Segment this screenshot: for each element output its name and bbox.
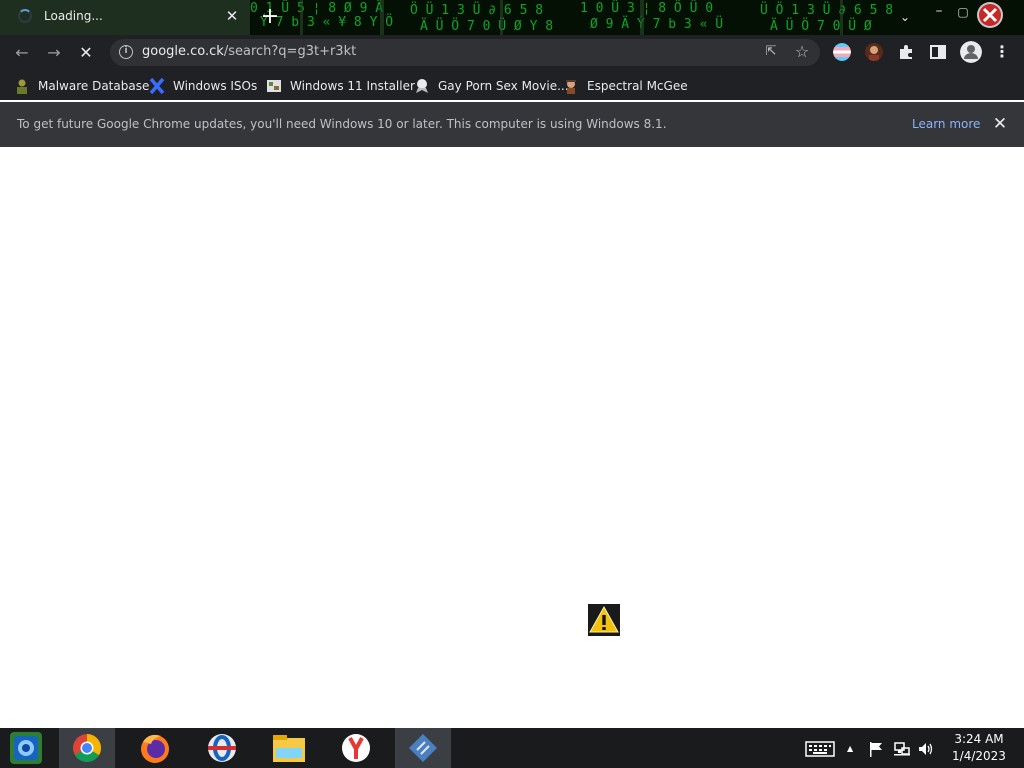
- share-icon[interactable]: ⇱: [762, 43, 780, 61]
- bookmark-star-icon[interactable]: ☆: [792, 42, 812, 62]
- maximize-button[interactable]: ▢: [952, 2, 974, 24]
- trans-flag-extension-icon[interactable]: [833, 43, 851, 61]
- svg-text:Ö Ü 1 3 Ü ∂ 6 5 8: Ö Ü 1 3 Ü ∂ 6 5 8: [410, 1, 543, 18]
- tab-strip: 0 1 Ü 5 ¦ 8 Ø 9 Ä Ý 7 b 3 « ¥ 8 Y Ö Ö Ü …: [0, 0, 1024, 35]
- bookmark-label: Malware Database: [38, 79, 150, 93]
- profile-avatar-icon[interactable]: [960, 41, 982, 63]
- stop-loading-icon[interactable]: ✕: [75, 42, 97, 64]
- volume-icon[interactable]: [917, 740, 935, 758]
- bookmark-item[interactable]: Windows 11 Installer: [266, 77, 415, 95]
- start-icon[interactable]: [0, 728, 56, 768]
- app-icon[interactable]: [395, 728, 451, 768]
- clock-time: 3:24 AM: [954, 732, 1004, 746]
- forward-arrow-icon[interactable]: →: [43, 42, 65, 64]
- keyboard-icon[interactable]: [805, 740, 835, 758]
- bookmark-item[interactable]: Gay Porn Sex Movie...: [414, 77, 569, 95]
- address-bar[interactable]: i google.co.ck/search?q=g3t+r3kt ⇱ ☆: [110, 39, 820, 66]
- svg-text:Ä Ü Ö 7 0 Ü Ø Y 8: Ä Ü Ö 7 0 Ü Ø Y 8: [420, 17, 553, 34]
- side-panel-icon[interactable]: [929, 43, 947, 61]
- address-url[interactable]: google.co.ck/search?q=g3t+r3kt: [142, 44, 356, 59]
- x-icon: [149, 78, 165, 94]
- back-arrow-icon[interactable]: ←: [11, 42, 33, 64]
- bookmark-item[interactable]: Malware Database: [14, 77, 149, 95]
- svg-text:1 0 Ü 3 ¦ 8 Ö Ü 0: 1 0 Ü 3 ¦ 8 Ö Ü 0: [580, 0, 713, 16]
- extensions-puzzle-icon[interactable]: [897, 43, 915, 61]
- clock-date: 1/4/2023: [952, 749, 1006, 763]
- url-host: google.co.ck: [142, 44, 224, 59]
- person-icon: [17, 79, 27, 94]
- page-content: [0, 147, 1024, 728]
- bookmark-item[interactable]: Windows ISOs: [149, 77, 257, 95]
- svg-text:Ø 9 Ä Ý 7 b 3 « Ü: Ø 9 Ä Ý 7 b 3 « Ü: [590, 15, 723, 32]
- bookmark-label: Windows ISOs: [173, 79, 258, 93]
- infobar-message: To get future Google Chrome updates, you…: [17, 117, 667, 131]
- picture-icon: [267, 80, 281, 92]
- chrome-icon[interactable]: [59, 728, 115, 768]
- action-center-flag-icon[interactable]: [868, 740, 884, 758]
- firefox-icon[interactable]: [127, 728, 183, 768]
- bookmark-item[interactable]: Espectral McGee: [563, 77, 688, 95]
- show-hidden-icons-icon[interactable]: ▲: [847, 744, 853, 762]
- loading-spinner-icon: [18, 9, 32, 23]
- tab-title: Loading...: [44, 9, 103, 23]
- bookmark-label: Windows 11 Installer: [290, 79, 415, 93]
- infobar-close-icon[interactable]: ✕: [990, 113, 1010, 135]
- tab-close-icon[interactable]: ✕: [223, 6, 241, 26]
- active-tab[interactable]: Loading... ✕: [0, 0, 250, 35]
- network-icon[interactable]: [893, 740, 911, 758]
- chrome-menu-icon[interactable]: ⋮: [993, 41, 1011, 63]
- learn-more-link[interactable]: Learn more: [912, 117, 980, 131]
- warning-icon: [588, 604, 620, 636]
- tab-search-chevron-icon[interactable]: ⌄: [893, 6, 917, 28]
- svg-text:Ä Ü Ö 7 0 Ü Ø: Ä Ü Ö 7 0 Ü Ø: [770, 17, 872, 34]
- bookmark-label: Espectral McGee: [587, 79, 688, 93]
- update-infobar: To get future Google Chrome updates, you…: [0, 102, 1024, 147]
- bookmark-label: Gay Porn Sex Movie...: [438, 79, 569, 93]
- character-icon: [566, 80, 576, 94]
- bookmarks-bar: Malware Database Windows ISOs Windows 11…: [0, 70, 1024, 100]
- system-clock[interactable]: 3:24 AM 1/4/2023: [944, 731, 1014, 765]
- url-path: /search?q=g3t+r3kt: [223, 44, 357, 59]
- avatar-extension-icon[interactable]: [865, 43, 883, 61]
- opera-icon[interactable]: [194, 728, 250, 768]
- new-tab-button[interactable]: +: [259, 5, 281, 29]
- svg-text:Ü Ö 1 3 Ü ∂ 6 5 8: Ü Ö 1 3 Ü ∂ 6 5 8: [760, 1, 893, 18]
- file-explorer-icon[interactable]: [261, 728, 317, 768]
- yandex-icon[interactable]: [328, 728, 384, 768]
- minimize-button[interactable]: –: [928, 2, 950, 24]
- window-close-button[interactable]: [974, 0, 1006, 32]
- badge-icon: [416, 79, 428, 93]
- site-info-icon[interactable]: i: [119, 45, 133, 59]
